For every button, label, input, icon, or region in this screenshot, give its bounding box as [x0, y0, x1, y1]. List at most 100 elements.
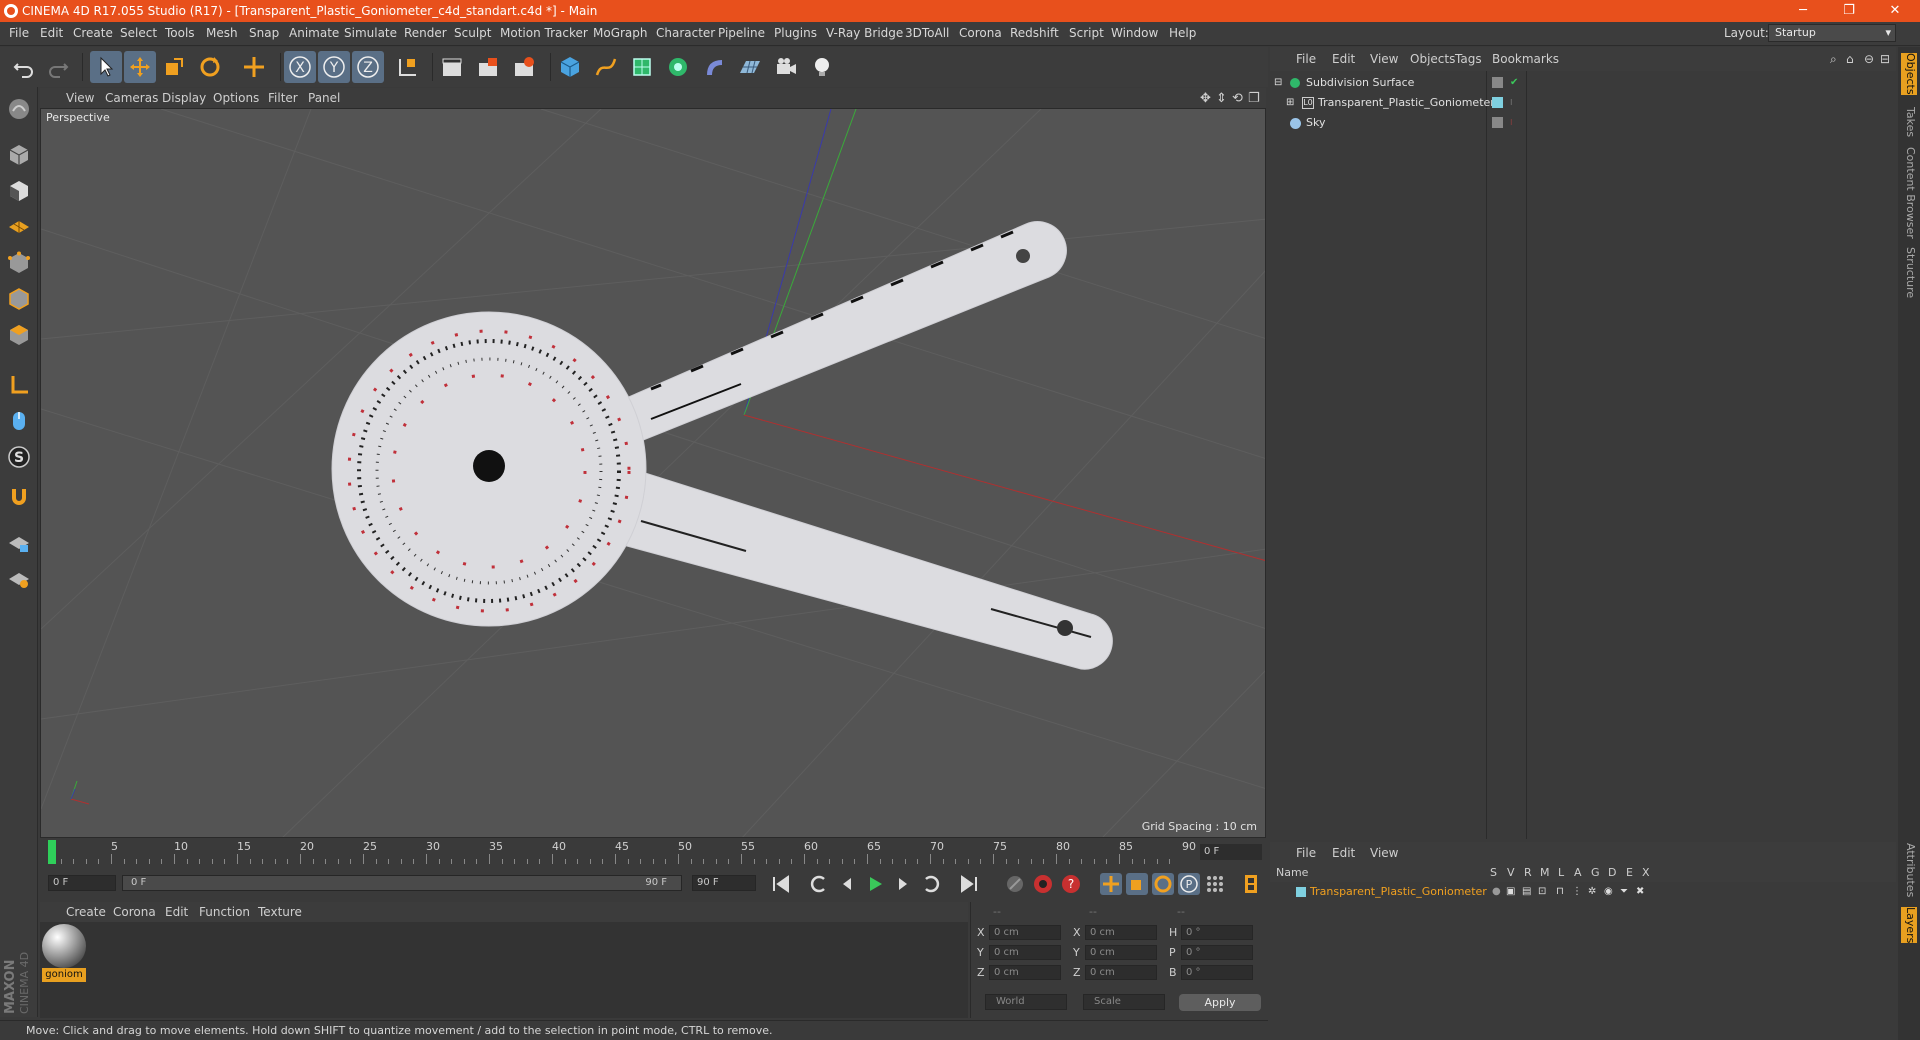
timeline-ruler[interactable]: 051015202530354045505560657075808590 0 F: [40, 838, 1266, 870]
timeline-window-button[interactable]: [1240, 873, 1262, 895]
axis-mode-button[interactable]: [3, 369, 35, 401]
add-generator-button[interactable]: [626, 51, 658, 83]
lm-menu-file[interactable]: File: [1296, 846, 1316, 860]
viewport-menu-panel[interactable]: Panel: [308, 91, 340, 105]
viewport-menu-options[interactable]: Options: [213, 91, 259, 105]
size-y-field[interactable]: 0 cm: [1085, 945, 1157, 960]
pos-y-field[interactable]: 0 cm: [989, 945, 1061, 960]
layer-xref-icon[interactable]: ✖: [1636, 882, 1644, 902]
polygons-mode-button[interactable]: [3, 319, 35, 351]
material-menu-texture[interactable]: Texture: [258, 905, 302, 919]
close-button[interactable]: ✕: [1872, 0, 1918, 22]
object-row-goniometer[interactable]: ⊞ L0 Transparent_Plastic_Goniometer ⁝: [1270, 93, 1896, 113]
layer-solo-icon[interactable]: ●: [1492, 882, 1501, 902]
layout-dropdown[interactable]: Startup: [1768, 24, 1896, 42]
menu-script[interactable]: Script: [1069, 26, 1104, 40]
menu-vray-bridge[interactable]: V-Ray Bridge: [826, 26, 903, 40]
viewport-nav-move-icon[interactable]: ✥: [1200, 91, 1211, 106]
play-button[interactable]: [864, 873, 886, 895]
om-menu-file[interactable]: File: [1296, 52, 1316, 66]
key-scale-button[interactable]: [1126, 873, 1148, 895]
tab-takes[interactable]: Takes: [1901, 107, 1917, 137]
viewport-menu-cameras[interactable]: Cameras: [105, 91, 158, 105]
size-z-field[interactable]: 0 cm: [1085, 965, 1157, 980]
menu-character[interactable]: Character: [656, 26, 715, 40]
menu-select[interactable]: Select: [120, 26, 157, 40]
rot-b-field[interactable]: 0 °: [1181, 965, 1253, 980]
menu-redshift[interactable]: Redshift: [1010, 26, 1059, 40]
size-mode-dropdown[interactable]: Scale: [1083, 994, 1165, 1010]
layer-animation-icon[interactable]: ⋮: [1572, 882, 1582, 902]
layer-tag-icon[interactable]: [1492, 117, 1503, 128]
object-name[interactable]: Sky: [1306, 113, 1325, 133]
layer-row[interactable]: Transparent_Plastic_Goniometer ● ▣ ▤ ⊡ ⊓…: [1270, 882, 1896, 902]
om-search-icon[interactable]: ⌕: [1830, 52, 1837, 67]
tab-attributes[interactable]: Attributes: [1901, 843, 1917, 897]
lm-menu-edit[interactable]: Edit: [1332, 846, 1355, 860]
restore-button[interactable]: ❐: [1826, 0, 1872, 22]
om-pin-icon[interactable]: ⊟: [1880, 52, 1890, 66]
visibility-dots-icon[interactable]: ⁝: [1510, 93, 1513, 113]
menu-simulate[interactable]: Simulate: [344, 26, 397, 40]
next-frame-button[interactable]: [892, 873, 914, 895]
end-frame-field[interactable]: 90 F: [692, 875, 756, 891]
scale-tool-button[interactable]: [158, 51, 190, 83]
locked-workplane-button[interactable]: [3, 527, 35, 559]
viewport-perspective[interactable]: Perspective Grid Spacing : 10 cm: [40, 108, 1266, 838]
tab-structure[interactable]: Structure: [1901, 247, 1917, 298]
menu-file[interactable]: File: [9, 26, 29, 40]
add-mograph-button[interactable]: [662, 51, 694, 83]
layer-manager-icon[interactable]: ⊡: [1538, 882, 1546, 902]
layer-deformer-icon[interactable]: ◉: [1604, 882, 1613, 902]
menu-window[interactable]: Window: [1111, 26, 1158, 40]
undo-button[interactable]: [8, 51, 40, 83]
menu-snap[interactable]: Snap: [249, 26, 279, 40]
key-pla-button[interactable]: [1204, 873, 1226, 895]
menu-mesh[interactable]: Mesh: [206, 26, 238, 40]
material-menu-edit[interactable]: Edit: [165, 905, 188, 919]
layer-view-icon[interactable]: ▣: [1506, 882, 1515, 902]
minimize-button[interactable]: ─: [1780, 0, 1826, 22]
object-name[interactable]: Subdivision Surface: [1306, 73, 1414, 93]
viewport-menu-display[interactable]: Display: [162, 91, 206, 105]
goniometer-model[interactable]: [331, 221, 1113, 670]
add-floor-button[interactable]: [734, 51, 766, 83]
viewport-nav-zoom-icon[interactable]: ⇕: [1216, 91, 1227, 106]
make-editable-button[interactable]: [3, 93, 35, 125]
layer-tag-icon[interactable]: [1492, 77, 1503, 88]
model-mode-button[interactable]: [3, 139, 35, 171]
layer-name[interactable]: Transparent_Plastic_Goniometer: [1310, 882, 1487, 902]
rot-h-field[interactable]: 0 °: [1181, 925, 1253, 940]
record-keys-button[interactable]: [1004, 873, 1026, 895]
key-rotation-button[interactable]: [1152, 873, 1174, 895]
menu-mograph[interactable]: MoGraph: [593, 26, 648, 40]
x-axis-lock-button[interactable]: X: [284, 51, 316, 83]
current-frame-field[interactable]: 0 F: [1200, 844, 1262, 860]
start-frame-field[interactable]: 0 F: [48, 875, 116, 891]
viewport-menu-filter[interactable]: Filter: [268, 91, 298, 105]
menu-create[interactable]: Create: [73, 26, 113, 40]
live-selection-button[interactable]: [90, 51, 122, 83]
go-to-start-button[interactable]: [770, 873, 792, 895]
object-name[interactable]: Transparent_Plastic_Goniometer: [1318, 93, 1495, 113]
viewport-nav-rotate-icon[interactable]: ⟲: [1232, 91, 1243, 106]
scene-canvas[interactable]: [41, 109, 1266, 838]
lm-menu-view[interactable]: View: [1370, 846, 1398, 860]
layer-expression-icon[interactable]: ⏷: [1620, 882, 1628, 902]
material-menu-corona[interactable]: Corona: [113, 905, 156, 919]
previous-key-button[interactable]: [808, 873, 830, 895]
key-position-button[interactable]: [1100, 873, 1122, 895]
om-menu-bookmarks[interactable]: Bookmarks: [1492, 52, 1559, 66]
menu-corona[interactable]: Corona: [959, 26, 1002, 40]
menu-tools[interactable]: Tools: [165, 26, 195, 40]
layer-color-icon[interactable]: [1492, 97, 1503, 108]
render-view-button[interactable]: [436, 51, 468, 83]
layer-generator-icon[interactable]: ✲: [1588, 882, 1596, 902]
workplane-mode-button[interactable]: [3, 209, 35, 241]
tweak-mode-button[interactable]: [3, 405, 35, 437]
om-menu-tags[interactable]: Tags: [1455, 52, 1482, 66]
add-cube-button[interactable]: [554, 51, 586, 83]
texture-mode-button[interactable]: [3, 175, 35, 207]
layer-lock-icon[interactable]: ⊓: [1556, 882, 1564, 902]
menu-3dtoall[interactable]: 3DToAll: [905, 26, 949, 40]
